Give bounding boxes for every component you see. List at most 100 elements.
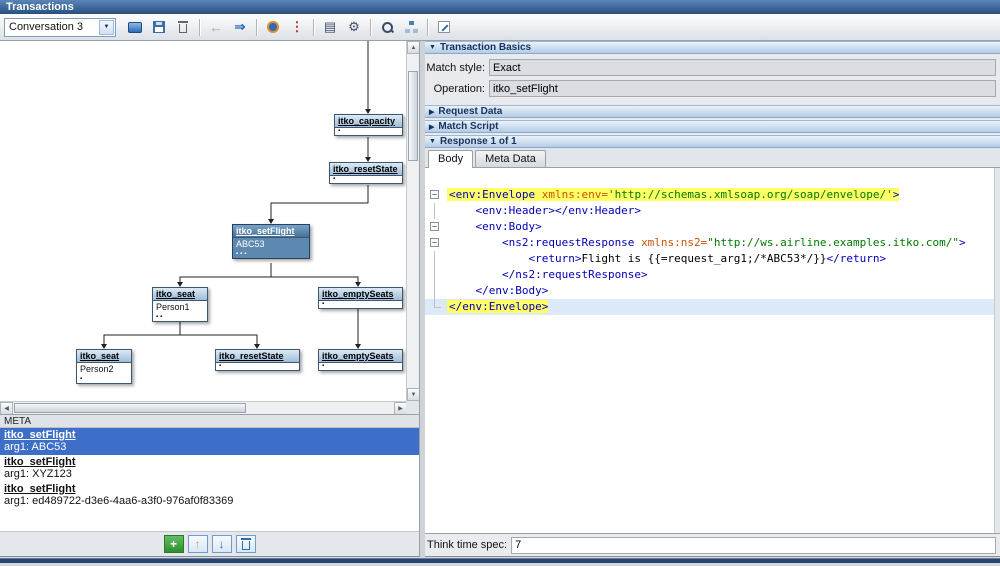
node-title: itko_emptySeats [319, 350, 402, 363]
response-body-editor[interactable]: −<env:Envelope xmlns:env='http://schemas… [425, 168, 1000, 533]
scroll-up-icon[interactable]: ▲ [407, 41, 420, 54]
toolbar-separator [427, 19, 428, 36]
section-response[interactable]: ▼ Response 1 of 1 [425, 135, 1000, 148]
transaction-arg: arg1: XYZ123 [4, 468, 415, 480]
graph-connectors [0, 41, 407, 401]
transactions-window: Transactions Conversation 3 ▼ ← ⇒ ⋮ ▤ ⚙ [0, 0, 1000, 566]
layers-button[interactable]: ▤ [319, 17, 341, 38]
add-transaction-button[interactable]: + [164, 535, 184, 553]
code-text: </ns2:requestResponse> [447, 268, 648, 281]
meta-panel: META itko_setFlight arg1: ABC53 itko_set… [0, 414, 420, 557]
toolbar-separator [256, 19, 257, 36]
save-button[interactable] [148, 17, 170, 38]
trash-icon [178, 21, 188, 33]
section-title: Transaction Basics [440, 42, 531, 53]
window-title: Transactions [6, 1, 74, 13]
diagram-node-resetstate2[interactable]: itko_resetState ▪ [215, 349, 300, 371]
scroll-down-icon[interactable]: ▼ [407, 388, 420, 401]
code-line[interactable]: − <env:Body> [425, 219, 1000, 235]
node-title: itko_seat [153, 288, 207, 301]
monitor-button[interactable] [124, 17, 146, 38]
transaction-arg: arg1: ed489722-d3e6-4aa6-a3f0-976af0f833… [4, 495, 415, 507]
code-line[interactable]: <env:Header></env:Header> [425, 203, 1000, 219]
settings-button[interactable]: ⚙ [343, 17, 365, 38]
node-dots: ▪ [319, 301, 402, 308]
graph-vertical-scrollbar[interactable]: ▲ ▼ [406, 41, 419, 401]
diagram-node-emptyseats1[interactable]: itko_emptySeats ▪ [318, 287, 403, 309]
search-button[interactable] [376, 17, 398, 38]
code-line[interactable]: </env:Envelope> [425, 299, 1000, 315]
code-line[interactable]: −<env:Envelope xmlns:env='http://schemas… [425, 187, 1000, 203]
forward-button[interactable]: ⇒ [229, 17, 251, 38]
transaction-name: itko_setFlight [4, 456, 415, 468]
node-title: itko_emptySeats [319, 288, 402, 301]
code-line[interactable]: − <ns2:requestResponse xmlns:ns2="http:/… [425, 235, 1000, 251]
diagram-node-resetstate[interactable]: itko_resetState ▪ [329, 162, 403, 184]
transaction-list-item[interactable]: itko_setFlight arg1: ed489722-d3e6-4aa6-… [0, 482, 419, 509]
compose-button[interactable] [433, 17, 455, 38]
match-style-label: Match style: [425, 62, 489, 74]
tab-body[interactable]: Body [428, 150, 473, 168]
transaction-arg: arg1: ABC53 [4, 441, 415, 453]
scroll-left-icon[interactable]: ◀ [0, 402, 13, 414]
code-text: <env:Body> [447, 220, 542, 233]
conversation-select[interactable]: Conversation 3 ▼ [4, 18, 116, 37]
code-line[interactable]: </ns2:requestResponse> [425, 267, 1000, 283]
transaction-list-item[interactable]: itko_setFlight arg1: ABC53 [0, 428, 419, 455]
transaction-graph-panel: itko_capacity ▪ itko_resetState ▪ itko_s… [0, 41, 420, 414]
tree-view-button[interactable] [400, 17, 422, 38]
gutter-cell [425, 299, 447, 315]
code-text: <env:Envelope xmlns:env='http://schemas.… [447, 188, 899, 201]
section-transaction-basics[interactable]: ▼ Transaction Basics [425, 41, 1000, 54]
window-titlebar: Transactions [0, 0, 1000, 14]
back-arrow-icon: ← [210, 20, 223, 35]
transaction-list-item[interactable]: itko_setFlight arg1: XYZ123 [0, 455, 419, 482]
move-up-button[interactable]: ↑ [188, 535, 208, 553]
basics-fields: Match style: Operation: [425, 54, 1000, 103]
editor-scrollbar[interactable] [994, 168, 1000, 533]
conversation-select-value: Conversation 3 [9, 21, 83, 33]
transaction-detail-panel: ▼ Transaction Basics Match style: Operat… [425, 41, 1000, 557]
fold-toggle-icon[interactable]: − [425, 187, 447, 203]
delete-transaction-button[interactable] [236, 535, 256, 553]
move-down-button[interactable]: ↓ [212, 535, 232, 553]
node-dots: ▪▪ [153, 314, 207, 321]
history-button[interactable] [262, 17, 284, 38]
tab-meta-data[interactable]: Meta Data [475, 150, 546, 167]
delete-button[interactable] [172, 17, 194, 38]
section-match-script[interactable]: ▶ Match Script [425, 120, 1000, 133]
chevron-down-icon[interactable]: ▼ [99, 20, 114, 35]
history-icon [267, 21, 279, 33]
match-style-field[interactable] [489, 59, 996, 76]
diagram-node-seat1[interactable]: itko_seat Person1 ▪▪ [152, 287, 208, 322]
transaction-name: itko_setFlight [4, 483, 415, 495]
horizontal-scroll-thumb[interactable] [14, 403, 246, 413]
diagram-node-capacity[interactable]: itko_capacity ▪ [334, 114, 403, 136]
breakpoints-button[interactable]: ⋮ [286, 17, 308, 38]
node-title: itko_capacity [335, 115, 402, 128]
code-text: <env:Header></env:Header> [447, 204, 641, 217]
expanded-triangle-icon: ▼ [429, 138, 436, 145]
code-line[interactable]: </env:Body> [425, 283, 1000, 299]
section-request-data[interactable]: ▶ Request Data [425, 105, 1000, 118]
section-title: Response 1 of 1 [440, 136, 517, 147]
collapsed-triangle-icon: ▶ [429, 108, 434, 116]
vertical-scroll-thumb[interactable] [408, 71, 418, 161]
operation-field[interactable] [489, 80, 996, 97]
node-title: itko_setFlight [233, 225, 309, 238]
back-button[interactable]: ← [205, 17, 227, 38]
fold-toggle-icon[interactable]: − [425, 219, 447, 235]
section-title: Match Script [438, 121, 498, 132]
operation-label: Operation: [425, 83, 489, 95]
diagram-node-seat2[interactable]: itko_seat Person2 ▪ [76, 349, 132, 384]
diagram-node-emptyseats2[interactable]: itko_emptySeats ▪ [318, 349, 403, 371]
code-line[interactable]: <return>Flight is {{=request_arg1;/*ABC5… [425, 251, 1000, 267]
meta-title: META [4, 416, 31, 427]
think-time-input[interactable] [511, 537, 996, 554]
graph-horizontal-scrollbar[interactable]: ◀ ▶ [0, 401, 407, 414]
operation-row: Operation: [425, 78, 1000, 99]
fold-toggle-icon[interactable]: − [425, 235, 447, 251]
node-dots: ▪ [216, 363, 299, 370]
diagram-node-setflight-selected[interactable]: itko_setFlight ABC53 ▪▪▪ [232, 224, 310, 259]
gear-icon: ⚙ [348, 19, 360, 35]
